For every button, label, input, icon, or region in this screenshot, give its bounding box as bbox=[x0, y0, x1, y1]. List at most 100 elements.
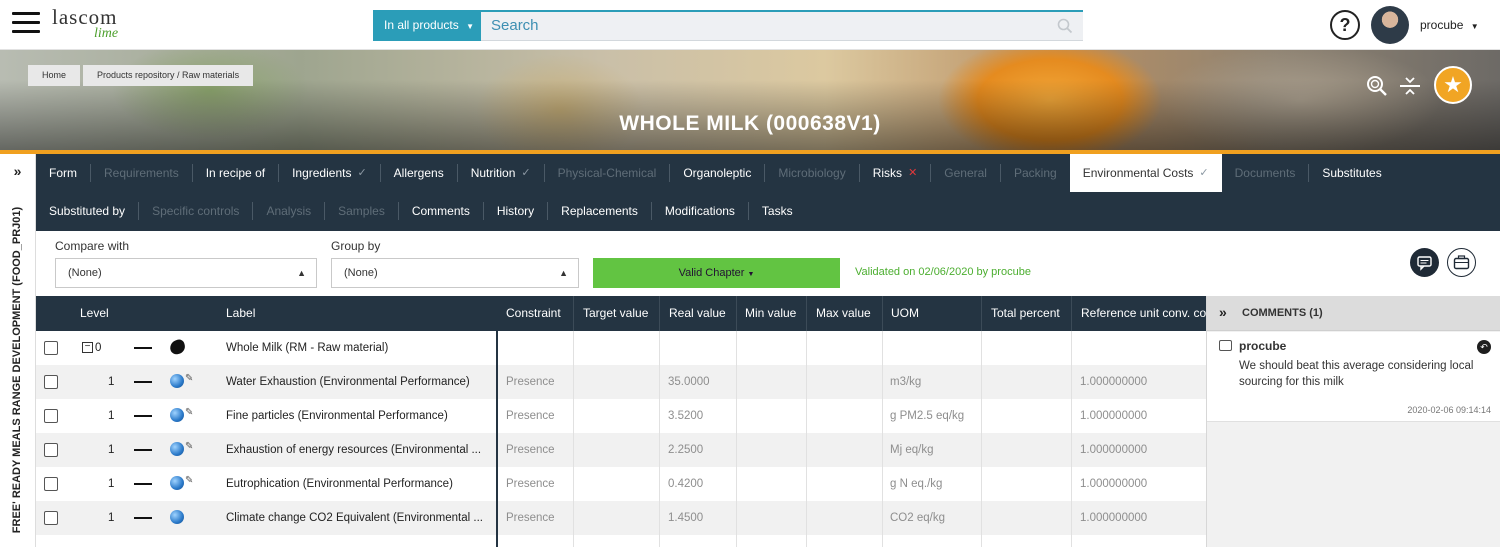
cell-real-value[interactable]: 1.4500 bbox=[668, 501, 703, 535]
row-checkbox[interactable] bbox=[44, 375, 58, 389]
cell-reference-coef[interactable]: 1.000000000 bbox=[1080, 501, 1147, 535]
header-target-value[interactable]: Target value bbox=[583, 296, 648, 331]
product-banner: Home Products repository / Raw materials… bbox=[0, 50, 1500, 150]
cell-constraint[interactable]: Presence bbox=[506, 467, 555, 501]
breadcrumb-raw-materials[interactable]: Products repository / Raw materials bbox=[83, 65, 254, 86]
header-max-value[interactable]: Max value bbox=[816, 296, 871, 331]
tab-physical-chemical[interactable]: Physical-Chemical bbox=[545, 154, 670, 192]
cell-label[interactable]: Eutrophication (Environmental Performanc… bbox=[226, 467, 491, 501]
reply-icon[interactable]: ↶ bbox=[1477, 340, 1491, 354]
tab-ingredients[interactable]: Ingredients ✓ bbox=[279, 154, 380, 192]
cell-reference-coef[interactable]: 1.000000000 bbox=[1080, 365, 1147, 399]
table-row[interactable]: −0 Whole Milk (RM - Raw material) bbox=[36, 331, 1206, 365]
tab-substitutes[interactable]: Substitutes bbox=[1309, 154, 1394, 192]
edit-pencil-icon[interactable]: ✎ bbox=[185, 407, 195, 419]
tab-specific-controls[interactable]: Specific controls bbox=[139, 192, 252, 230]
tab-in-recipe-of[interactable]: In recipe of bbox=[193, 154, 278, 192]
header-reference-coef[interactable]: Reference unit conv. coef. bbox=[1081, 296, 1206, 331]
cell-uom[interactable]: Mj eq/kg bbox=[890, 433, 933, 467]
cell-uom[interactable]: CO2 eq/kg bbox=[890, 501, 945, 535]
comment-item: procube ↶ We should beat this average co… bbox=[1207, 332, 1500, 422]
cell-real-value[interactable]: 2.2500 bbox=[668, 433, 703, 467]
cell-real-value[interactable]: 0.4200 bbox=[668, 467, 703, 501]
cell-constraint[interactable]: Presence bbox=[506, 433, 555, 467]
breadcrumb-home[interactable]: Home bbox=[28, 65, 81, 86]
header-real-value[interactable]: Real value bbox=[669, 296, 726, 331]
cell-label[interactable]: Exhaustion of energy resources (Environm… bbox=[226, 433, 491, 467]
cell-label[interactable]: Whole Milk (RM - Raw material) bbox=[226, 331, 491, 365]
row-checkbox[interactable] bbox=[44, 409, 58, 423]
frozen-column-divider[interactable] bbox=[496, 296, 498, 547]
comment-button[interactable] bbox=[1410, 248, 1439, 277]
header-label[interactable]: Label bbox=[226, 296, 255, 331]
table-row[interactable]: 1 Climate change CO2 Equivalent (Environm… bbox=[36, 501, 1206, 535]
tab-samples[interactable]: Samples bbox=[325, 192, 398, 230]
cell-constraint[interactable]: Presence bbox=[506, 501, 555, 535]
table-row[interactable]: 1 ✎ Eutrophication (Environmental Performa… bbox=[36, 467, 1206, 501]
cell-uom[interactable]: g PM2.5 eq/kg bbox=[890, 399, 964, 433]
search-scope-dropdown[interactable]: In all products ▼ bbox=[373, 10, 481, 41]
cell-uom[interactable]: m3/kg bbox=[890, 365, 921, 399]
tab-replacements[interactable]: Replacements bbox=[548, 192, 651, 230]
tab-nutrition[interactable]: Nutrition ✓ bbox=[458, 154, 544, 192]
header-constraint[interactable]: Constraint bbox=[506, 296, 561, 331]
tab-allergens[interactable]: Allergens bbox=[381, 154, 457, 192]
valid-chapter-button[interactable]: Valid Chapter ▼ bbox=[593, 258, 840, 288]
tab-documents[interactable]: Documents bbox=[1222, 154, 1309, 192]
header-total-percent[interactable]: Total percent bbox=[991, 296, 1060, 331]
tab-substituted-by[interactable]: Substituted by bbox=[36, 192, 138, 230]
tab-comments[interactable]: Comments bbox=[399, 192, 483, 230]
table-row[interactable]: 1 ✎ Water Exhaustion (Environmental Perfor… bbox=[36, 365, 1206, 399]
edit-pencil-icon[interactable]: ✎ bbox=[185, 475, 195, 487]
cell-real-value[interactable]: 3.5200 bbox=[668, 399, 703, 433]
tab-form[interactable]: Form bbox=[36, 154, 90, 192]
cell-reference-coef[interactable]: 1.000000000 bbox=[1080, 467, 1147, 501]
row-checkbox[interactable] bbox=[44, 477, 58, 491]
tab-history[interactable]: History bbox=[484, 192, 547, 230]
menu-icon[interactable] bbox=[12, 12, 40, 36]
edit-pencil-icon[interactable]: ✎ bbox=[185, 373, 195, 385]
group-by-select[interactable]: (None) ▲ bbox=[331, 258, 579, 288]
tab-tasks[interactable]: Tasks bbox=[749, 192, 806, 230]
tab-modifications[interactable]: Modifications bbox=[652, 192, 748, 230]
tab-risks[interactable]: Risks ✕ bbox=[860, 154, 931, 192]
header-min-value[interactable]: Min value bbox=[745, 296, 796, 331]
cell-label[interactable]: Water Exhaustion (Environmental Performa… bbox=[226, 365, 491, 399]
help-icon[interactable]: ? bbox=[1330, 10, 1360, 40]
avatar[interactable] bbox=[1371, 6, 1409, 44]
cell-real-value[interactable]: 35.0000 bbox=[668, 365, 710, 399]
cell-reference-coef[interactable]: 1.000000000 bbox=[1080, 433, 1147, 467]
table-row[interactable]: 1 ✎ Fine particles (Environmental Performa… bbox=[36, 399, 1206, 433]
zoom-search-icon[interactable] bbox=[1365, 74, 1389, 98]
briefcase-button[interactable] bbox=[1447, 248, 1476, 277]
search-input[interactable] bbox=[481, 12, 1041, 39]
compare-with-select[interactable]: (None) ▲ bbox=[55, 258, 317, 288]
user-menu[interactable]: procube ▼ bbox=[1420, 18, 1479, 32]
cell-label[interactable]: Fine particles (Environmental Performanc… bbox=[226, 399, 491, 433]
tab-analysis[interactable]: Analysis bbox=[253, 192, 324, 230]
cell-constraint[interactable]: Presence bbox=[506, 399, 555, 433]
table-row[interactable]: 1 ✎ Exhaustion of energy resources (Enviro… bbox=[36, 433, 1206, 467]
collapse-tree-icon[interactable]: − bbox=[82, 342, 93, 353]
row-checkbox[interactable] bbox=[44, 511, 58, 525]
tab-organoleptic[interactable]: Organoleptic bbox=[670, 154, 764, 192]
tab-general[interactable]: General bbox=[931, 154, 1000, 192]
header-level[interactable]: Level bbox=[80, 296, 109, 331]
search-icon[interactable] bbox=[1057, 18, 1073, 34]
edit-pencil-icon[interactable]: ✎ bbox=[185, 441, 195, 453]
collapse-comments-icon[interactable]: » bbox=[1219, 296, 1227, 329]
tab-requirements[interactable]: Requirements bbox=[91, 154, 192, 192]
cell-reference-coef[interactable]: 1.000000000 bbox=[1080, 399, 1147, 433]
header-uom[interactable]: UOM bbox=[891, 296, 919, 331]
row-checkbox[interactable] bbox=[44, 443, 58, 457]
tab-packing[interactable]: Packing bbox=[1001, 154, 1070, 192]
collapse-banner-icon[interactable] bbox=[1398, 74, 1422, 98]
cell-uom[interactable]: g N eq./kg bbox=[890, 467, 942, 501]
favorite-star-icon[interactable]: ★ bbox=[1434, 66, 1472, 104]
cell-constraint[interactable]: Presence bbox=[506, 365, 555, 399]
row-checkbox[interactable] bbox=[44, 341, 58, 355]
cell-label[interactable]: Climate change CO2 Equivalent (Environme… bbox=[226, 501, 491, 535]
tab-environmental-costs[interactable]: Environmental Costs ✓ bbox=[1069, 154, 1222, 192]
tab-microbiology[interactable]: Microbiology bbox=[765, 154, 858, 192]
app-logo[interactable]: lascom lime bbox=[52, 7, 152, 43]
